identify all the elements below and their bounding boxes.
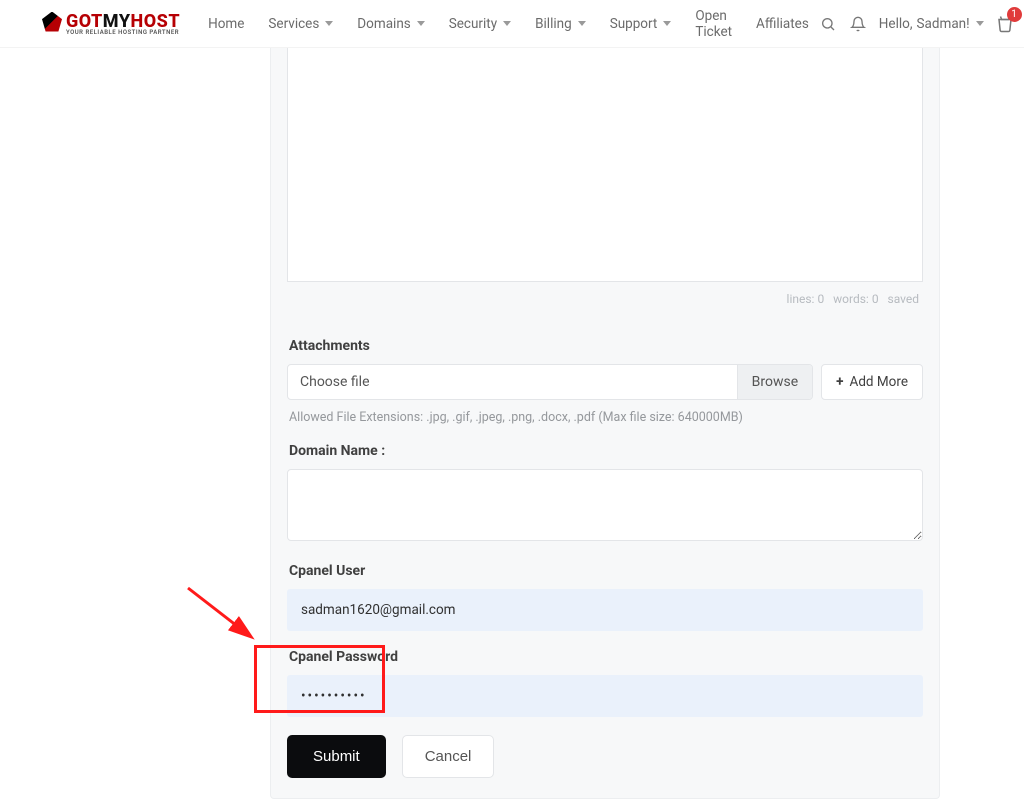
chevron-down-icon: [325, 21, 333, 26]
search-icon[interactable]: [819, 15, 837, 33]
logo[interactable]: GOTMYHOST YOUR RELIABLE HOSTING PARTNER: [42, 12, 180, 36]
editor-status: lines: 0 words: 0 saved: [287, 282, 923, 320]
lines-label: lines:: [787, 292, 815, 306]
cpanel-password-label: Cpanel Password: [289, 649, 923, 665]
primary-nav: Home Services Domains Security Billing S…: [198, 2, 819, 46]
chevron-down-icon: [503, 21, 511, 26]
logo-mark-icon: [42, 12, 62, 32]
nav-billing[interactable]: Billing: [525, 2, 596, 46]
chevron-down-icon: [663, 21, 671, 26]
nav-services-label: Services: [268, 16, 319, 32]
nav-affiliates-label: Affiliates: [756, 16, 809, 32]
greeting-menu[interactable]: Hello, Sadman!: [879, 16, 984, 32]
message-textarea[interactable]: [287, 48, 923, 282]
domain-name-input[interactable]: [287, 469, 923, 541]
lines-value: 0: [817, 292, 824, 306]
file-hint: Allowed File Extensions: .jpg, .gif, .jp…: [289, 410, 921, 425]
nav-home-label: Home: [208, 16, 244, 32]
saved-label: saved: [888, 292, 920, 306]
add-more-button[interactable]: + Add More: [821, 364, 923, 400]
header-right: Hello, Sadman! 1: [819, 15, 1014, 33]
nav-support-label: Support: [610, 16, 658, 32]
chevron-down-icon: [976, 21, 984, 26]
nav-security-label: Security: [449, 16, 497, 32]
add-more-label: Add More: [850, 374, 908, 390]
chevron-down-icon: [417, 21, 425, 26]
nav-services[interactable]: Services: [258, 2, 343, 46]
nav-open-ticket-label: Open Ticket: [695, 8, 732, 40]
domain-name-label: Domain Name :: [289, 443, 923, 459]
nav-support[interactable]: Support: [600, 2, 682, 46]
greeting-prefix: Hello,: [879, 16, 913, 32]
nav-billing-label: Billing: [535, 16, 572, 32]
logo-text-my: MY: [103, 13, 131, 31]
cart-badge: 1: [1007, 7, 1022, 22]
ticket-form-panel: lines: 0 words: 0 saved Attachments Choo…: [270, 48, 940, 799]
plus-icon: +: [836, 374, 843, 390]
cpanel-password-value: ••••••••••: [301, 688, 367, 704]
file-input[interactable]: Choose file Browse: [287, 364, 813, 400]
browse-button[interactable]: Browse: [737, 365, 812, 399]
nav-affiliates[interactable]: Affiliates: [746, 2, 819, 46]
cancel-button[interactable]: Cancel: [402, 735, 495, 778]
cart-icon[interactable]: 1: [996, 15, 1014, 33]
file-placeholder: Choose file: [288, 365, 737, 399]
greeting-name: Sadman!: [917, 16, 970, 32]
submit-button[interactable]: Submit: [287, 735, 386, 778]
bell-icon[interactable]: [849, 15, 867, 33]
nav-home[interactable]: Home: [198, 2, 254, 46]
chevron-down-icon: [578, 21, 586, 26]
words-label: words:: [833, 292, 869, 306]
attachments-label: Attachments: [289, 338, 923, 354]
cpanel-user-label: Cpanel User: [289, 563, 923, 579]
nav-open-ticket[interactable]: Open Ticket: [685, 2, 742, 46]
cpanel-user-value: sadman1620@gmail.com: [301, 602, 456, 618]
nav-security[interactable]: Security: [439, 2, 521, 46]
nav-domains-label: Domains: [357, 16, 410, 32]
logo-text-got: GOT: [66, 13, 103, 31]
cpanel-user-input[interactable]: sadman1620@gmail.com: [287, 589, 923, 631]
logo-text-host: HOST: [131, 13, 181, 31]
logo-tagline: YOUR RELIABLE HOSTING PARTNER: [66, 30, 179, 36]
main-header: GOTMYHOST YOUR RELIABLE HOSTING PARTNER …: [0, 0, 1024, 48]
nav-domains[interactable]: Domains: [347, 2, 434, 46]
cpanel-password-input[interactable]: ••••••••••: [287, 675, 923, 717]
words-value: 0: [872, 292, 879, 306]
